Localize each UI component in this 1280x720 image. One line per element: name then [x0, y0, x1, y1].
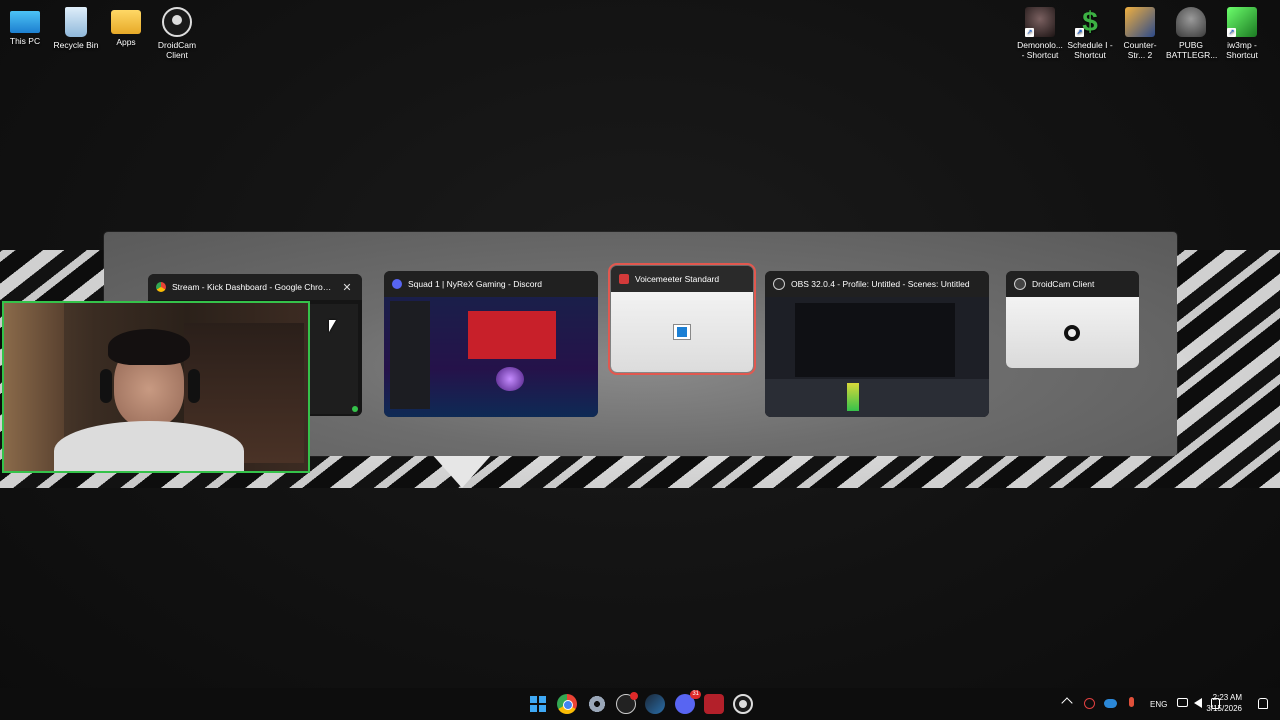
- window-preview: [384, 297, 598, 417]
- desktop-icon-label: This PC: [9, 36, 41, 46]
- switcher-window-voicemeeter[interactable]: Voicemeeter Standard: [608, 263, 756, 375]
- desktop-icon-schedule[interactable]: $ ↗ Schedule I - Shortcut: [1065, 6, 1115, 61]
- desktop-icon-iw3mp[interactable]: ↗ iw3mp - Shortcut: [1217, 7, 1267, 60]
- clock-date: 3/15/2026: [1206, 704, 1242, 713]
- steam-icon[interactable]: [645, 694, 665, 714]
- chrome-icon: [156, 282, 166, 292]
- volume-icon[interactable]: [1194, 698, 1202, 708]
- switcher-window-header: DroidCam Client: [1006, 271, 1139, 297]
- monitor-icon: [10, 11, 40, 33]
- clock-time: 2:23 AM: [1212, 693, 1242, 702]
- camera-icon: [162, 7, 192, 37]
- obs-icon: [773, 278, 785, 290]
- notification-badge: 31: [690, 690, 701, 699]
- desktop-icon-label: Schedule I - Shortcut: [1067, 40, 1113, 60]
- desktop-icon-label: Counter-Str... 2: [1123, 40, 1157, 60]
- webcam-overlay: [2, 301, 310, 473]
- desktop-icon-pubg[interactable]: PUBG BATTLEGR...: [1166, 7, 1218, 60]
- droidcam-icon: [1014, 278, 1026, 290]
- desktop-icon-label: Recycle Bin: [53, 40, 99, 50]
- close-icon[interactable]: ✕: [340, 281, 354, 294]
- onedrive-icon[interactable]: [1104, 699, 1117, 708]
- desktop-icon-label: Apps: [116, 37, 136, 47]
- discord-icon: [392, 279, 402, 289]
- switcher-window-header: OBS 32.0.4 - Profile: Untitled - Scenes:…: [765, 271, 989, 297]
- discord-icon[interactable]: 31: [675, 690, 701, 714]
- desktop-icon-counter-strike-2[interactable]: Counter-Str... 2: [1115, 7, 1165, 60]
- settings-icon[interactable]: [587, 694, 607, 714]
- desktop-icon-label: DroidCam Client: [157, 40, 197, 60]
- clock[interactable]: 2:23 AM 3/15/2026: [1206, 692, 1242, 714]
- switcher-window-droidcam[interactable]: DroidCam Client: [1006, 271, 1139, 368]
- desktop-icon-apps[interactable]: Apps: [101, 7, 151, 47]
- mouse-cursor-icon: [329, 320, 336, 332]
- obs-icon[interactable]: [616, 692, 638, 714]
- voicemeeter-icon[interactable]: [704, 694, 724, 714]
- window-preview: [1006, 297, 1139, 368]
- switcher-window-header: Stream - Kick Dashboard - Google Chrome …: [148, 274, 362, 300]
- chevron-up-icon[interactable]: [1061, 697, 1073, 709]
- streamer-hair: [108, 329, 190, 365]
- desktop-icon-label: iw3mp - Shortcut: [1226, 40, 1258, 60]
- headphones-icon: [188, 369, 200, 403]
- switcher-window-discord[interactable]: Squad 1 | NyReX Gaming - Discord: [384, 271, 598, 417]
- desktop-icon-recycle-bin[interactable]: Recycle Bin: [51, 7, 101, 50]
- shortcut-arrow-icon: ↗: [1025, 28, 1034, 37]
- switcher-window-title: DroidCam Client: [1032, 279, 1095, 289]
- game-icon: ↗: [1025, 7, 1055, 37]
- wallpaper-logo-shape: [430, 452, 494, 488]
- cs2-icon: [1125, 7, 1155, 37]
- window-preview: [611, 292, 753, 372]
- switcher-window-title: Squad 1 | NyReX Gaming - Discord: [408, 279, 543, 289]
- switcher-window-obs[interactable]: OBS 32.0.4 - Profile: Untitled - Scenes:…: [765, 271, 989, 417]
- desktop-icon-label: PUBG BATTLEGR...: [1166, 40, 1218, 60]
- desktop-icon-this-pc[interactable]: This PC: [0, 7, 50, 46]
- switcher-window-title: OBS 32.0.4 - Profile: Untitled - Scenes:…: [791, 279, 970, 289]
- notifications-icon[interactable]: [1258, 698, 1268, 709]
- switcher-window-title: Stream - Kick Dashboard - Google Chrome: [172, 282, 334, 292]
- language-indicator[interactable]: ENG: [1150, 700, 1167, 709]
- cod4-icon: ↗: [1227, 7, 1257, 37]
- streamer-shirt: [54, 421, 244, 471]
- helmet-icon: [1176, 7, 1206, 37]
- folder-icon: [111, 10, 141, 34]
- window-preview: [765, 297, 989, 417]
- switcher-window-title: Voicemeeter Standard: [635, 274, 720, 284]
- headphones-icon: [100, 369, 112, 403]
- dollar-icon: $ ↗: [1075, 6, 1098, 37]
- network-icon[interactable]: [1177, 698, 1188, 707]
- switcher-window-header: Voicemeeter Standard: [611, 266, 753, 292]
- switcher-window-header: Squad 1 | NyReX Gaming - Discord: [384, 271, 598, 297]
- chrome-icon[interactable]: [557, 694, 577, 714]
- windows-start-icon[interactable]: [528, 694, 548, 714]
- obs-tray-icon[interactable]: [1084, 698, 1095, 709]
- shortcut-arrow-icon: ↗: [1075, 28, 1084, 37]
- recycle-bin-icon: [65, 7, 87, 37]
- desktop-icon-demonologist[interactable]: ↗ Demonolo... - Shortcut: [1015, 7, 1065, 60]
- desktop-icon-label: Demonolo... - Shortcut: [1017, 40, 1063, 60]
- droidcam-icon[interactable]: [733, 694, 753, 714]
- voicemeeter-icon: [619, 274, 629, 284]
- shortcut-arrow-icon: ↗: [1227, 28, 1236, 37]
- microphone-icon[interactable]: [1129, 697, 1134, 707]
- taskbar: 31 ENG 2:23 AM 3/15/2026: [0, 688, 1280, 720]
- desktop-icon-droidcam-client[interactable]: DroidCam Client: [152, 7, 202, 60]
